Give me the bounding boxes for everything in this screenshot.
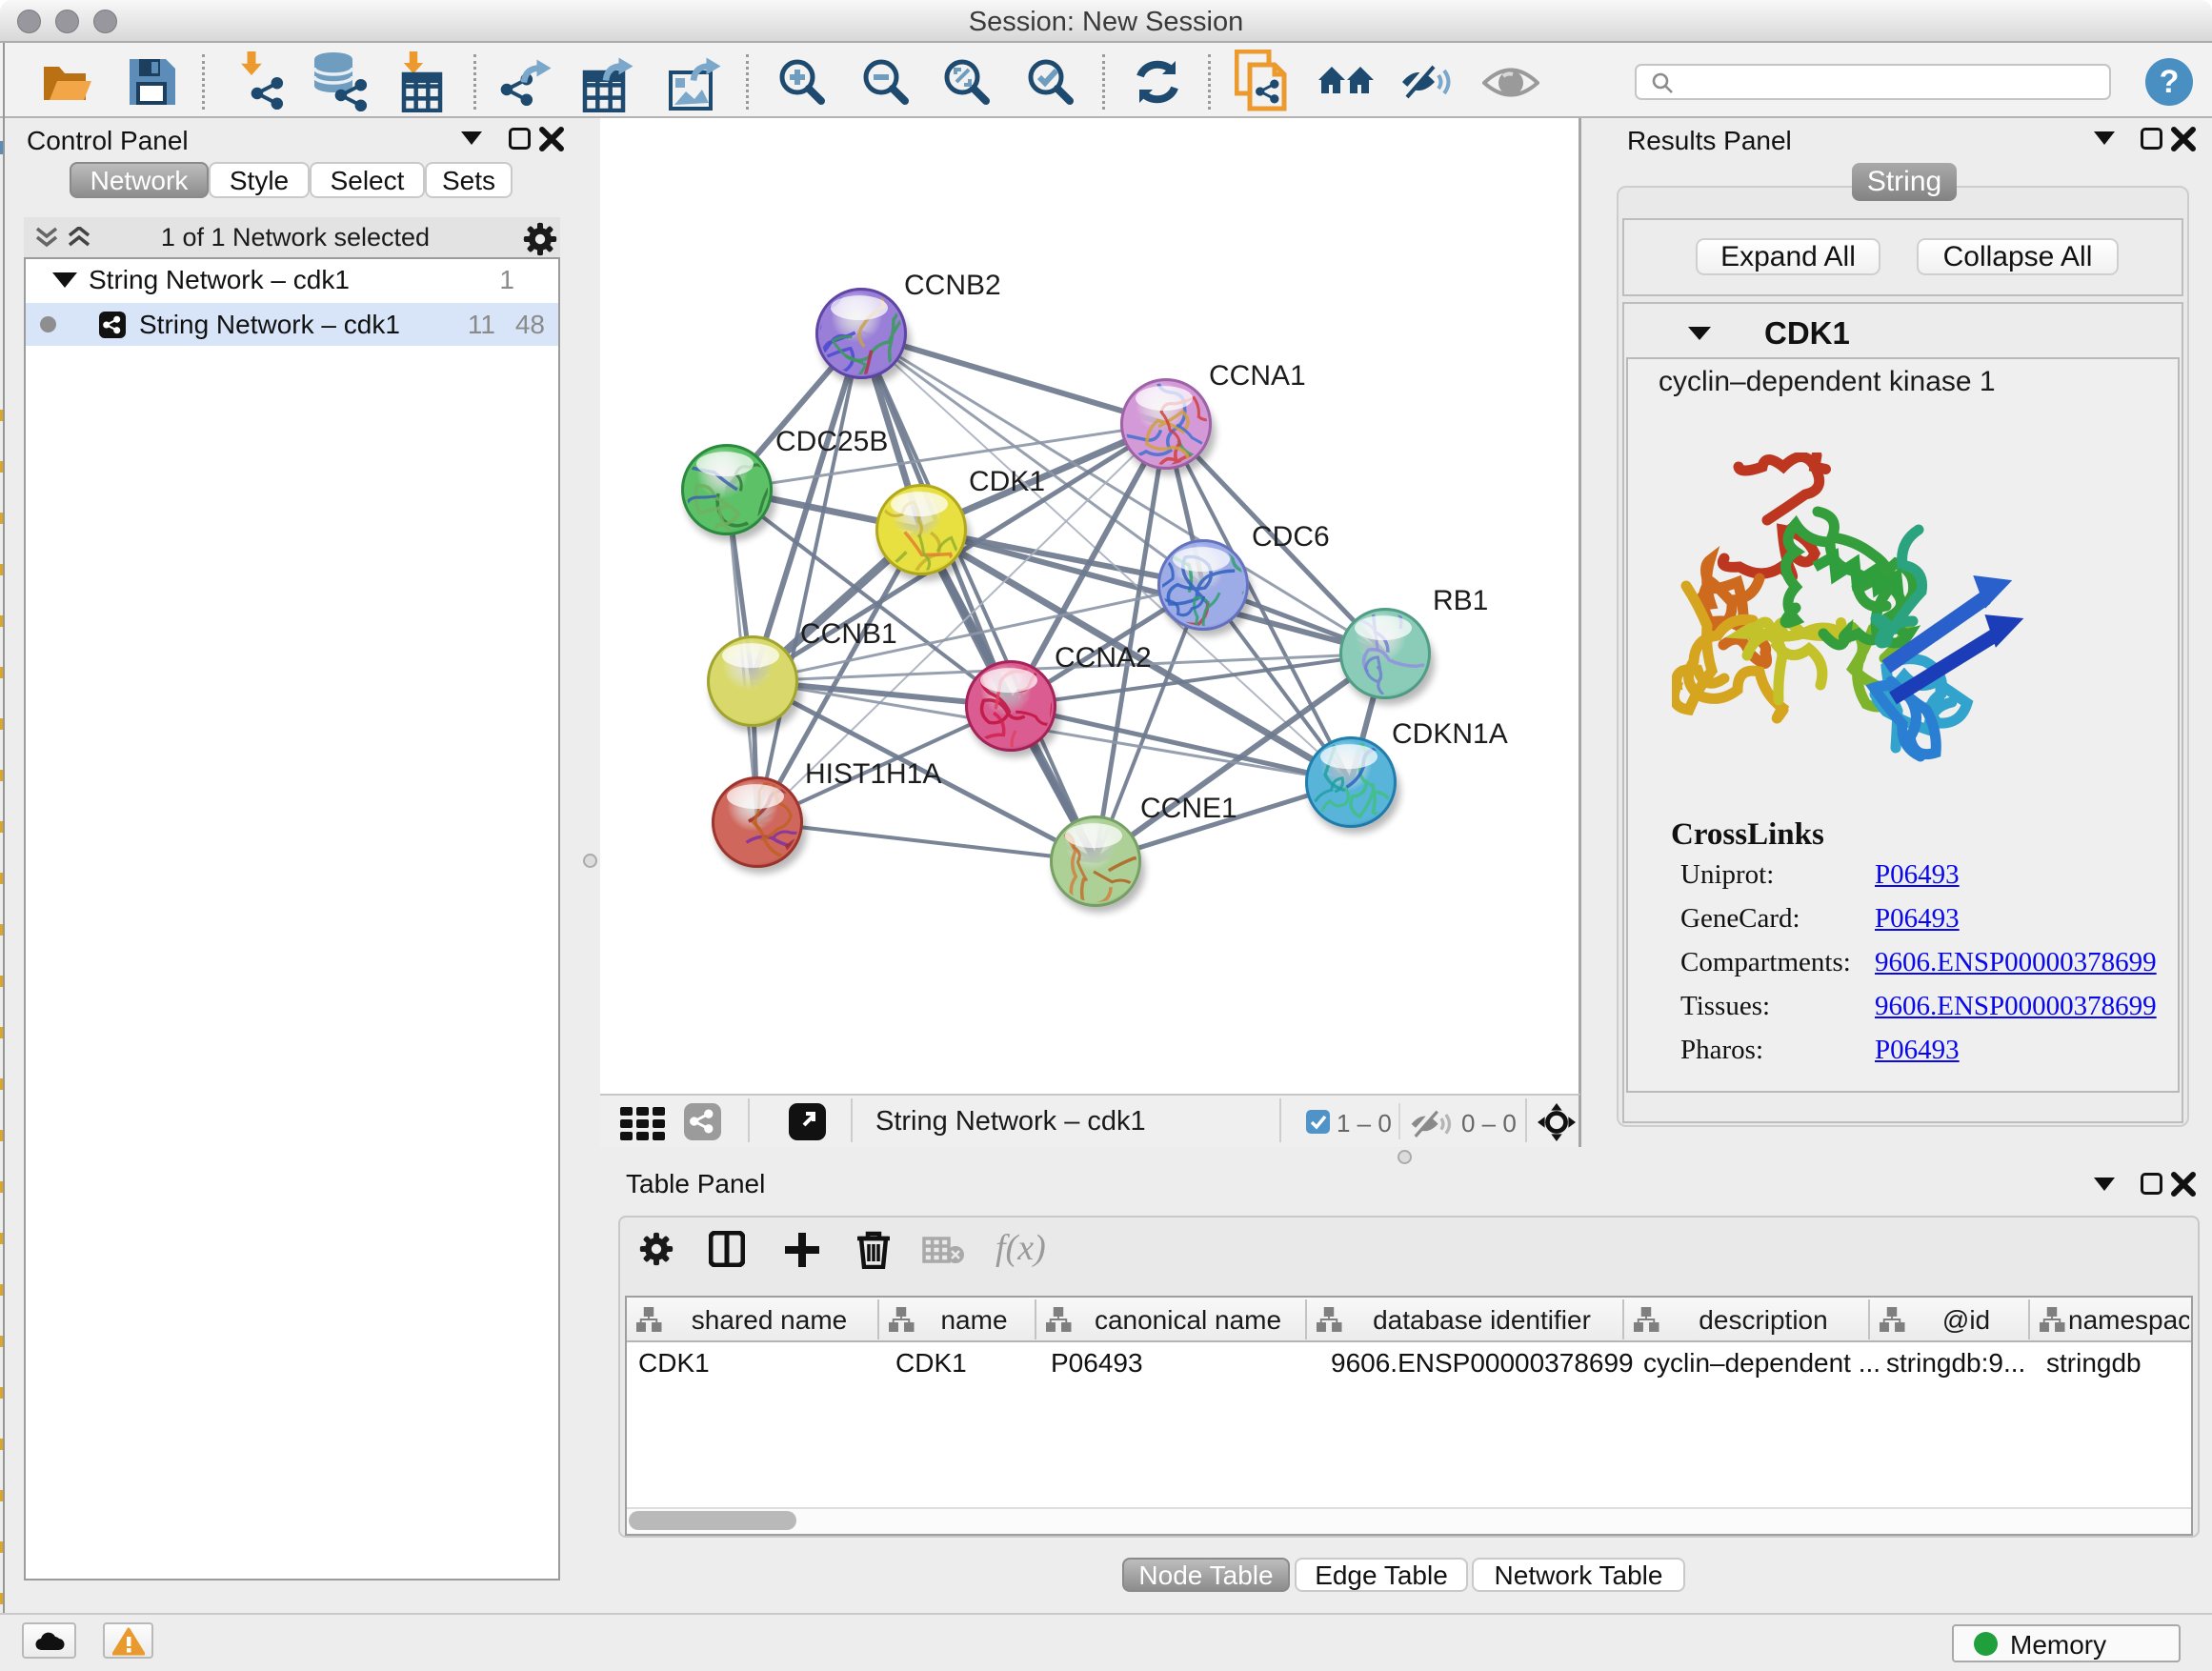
svg-text:CDC6: CDC6: [1252, 521, 1330, 553]
svg-text:CCNB2: CCNB2: [904, 270, 1001, 301]
svg-text:CDK1: CDK1: [969, 466, 1045, 497]
svg-text:RB1: RB1: [1433, 585, 1488, 616]
svg-text:CDKN1A: CDKN1A: [1392, 718, 1508, 750]
svg-text:CCNB1: CCNB1: [800, 618, 897, 650]
svg-text:CCNE1: CCNE1: [1140, 793, 1237, 824]
svg-text:CCNA2: CCNA2: [1055, 642, 1152, 674]
svg-text:HIST1H1A: HIST1H1A: [805, 758, 941, 790]
svg-text:CDC25B: CDC25B: [775, 426, 888, 457]
svg-text:CCNA1: CCNA1: [1209, 360, 1306, 392]
